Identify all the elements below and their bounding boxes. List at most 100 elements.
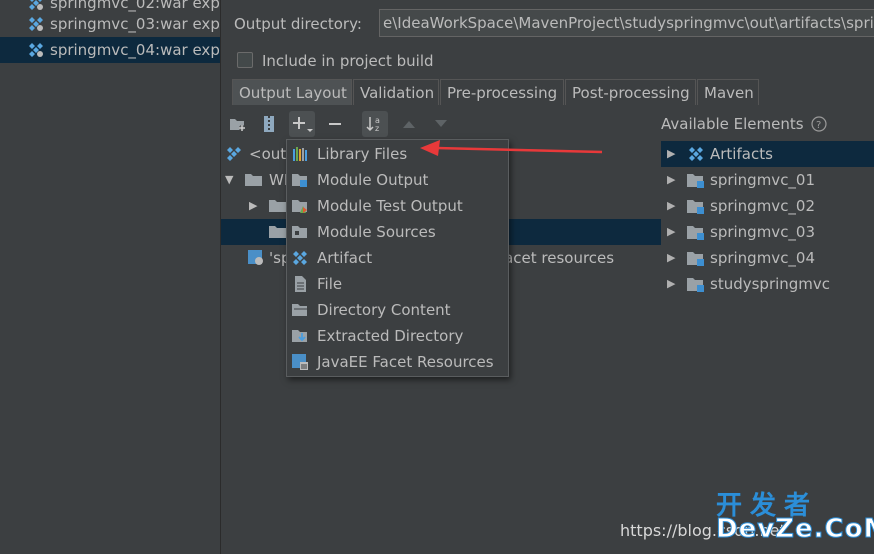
add-icon	[293, 117, 313, 132]
artifact-list-item[interactable]: springmvc_03:war exploded	[0, 11, 220, 37]
expand-right-icon[interactable]: ▶	[249, 193, 257, 219]
menu-item-label: Directory Content	[317, 301, 451, 319]
remove-element-button[interactable]	[322, 111, 348, 137]
menu-item-label: Module Sources	[317, 223, 436, 241]
available-item-label: springmvc_04	[710, 249, 816, 267]
expand-right-icon[interactable]: ▶	[667, 167, 675, 193]
help-icon[interactable]: ?	[811, 116, 827, 132]
tab-pre-processing[interactable]: Pre-processing	[440, 79, 564, 105]
annotation-arrow-icon	[420, 140, 603, 156]
new-folder-icon	[230, 119, 245, 131]
menu-item-extracted-directory[interactable]: Extracted Directory	[287, 323, 508, 349]
move-up-button[interactable]	[396, 111, 422, 137]
artifact-icon	[227, 147, 241, 161]
expand-right-icon[interactable]: ▶	[667, 271, 675, 297]
new-directory-button[interactable]	[225, 111, 251, 137]
tab-validation[interactable]: Validation	[353, 79, 439, 105]
tab-label: Output Layout	[239, 84, 347, 102]
folder-icon	[269, 200, 286, 212]
remove-icon	[329, 123, 341, 125]
artifact-label: springmvc_04:war exploded	[50, 41, 220, 59]
menu-item-module-output[interactable]: Module Output	[287, 167, 508, 193]
artifact-label: springmvc_03:war exploded	[50, 15, 220, 33]
available-item-module[interactable]: ▶ springmvc_03	[661, 219, 874, 245]
module-folder-icon	[687, 278, 704, 292]
include-in-build-checkbox[interactable]	[237, 52, 253, 68]
artifact-icon	[689, 147, 703, 161]
menu-item-javaee-facet-resources[interactable]: JavaEE Facet Resources	[287, 349, 508, 375]
available-item-label: studyspringmvc	[710, 275, 831, 293]
file-icon	[295, 276, 306, 292]
tab-output-layout[interactable]: Output Layout	[232, 79, 352, 105]
menu-item-module-sources[interactable]: Module Sources	[287, 219, 508, 245]
move-down-icon	[435, 120, 447, 127]
artifact-icon	[29, 0, 43, 10]
artifacts-list-panel: springmvc_02:war exploded springmvc_03:w…	[0, 0, 221, 554]
expand-right-icon[interactable]: ▶	[667, 245, 675, 271]
available-item-module[interactable]: ▶ studyspringmvc	[661, 271, 874, 297]
sort-elements-button[interactable]: az	[362, 111, 388, 137]
javaee-facet-icon	[292, 354, 308, 370]
tab-label: Validation	[360, 84, 435, 102]
available-elements-label: Available Elements ?	[661, 113, 827, 135]
add-element-popup-menu: Library Files Module Output Module Test …	[286, 139, 509, 377]
artifact-list-item-selected[interactable]: springmvc_04:war exploded	[0, 37, 220, 63]
svg-text:?: ?	[816, 120, 821, 131]
archive-icon	[264, 116, 274, 132]
artifact-icon	[293, 251, 307, 265]
move-up-icon	[403, 121, 415, 128]
svg-text:z: z	[375, 124, 379, 133]
tab-label: Post-processing	[572, 84, 690, 102]
library-icon	[293, 147, 307, 161]
module-folder-icon	[687, 226, 704, 240]
menu-item-label: Library Files	[317, 145, 408, 163]
tab-maven[interactable]: Maven	[697, 79, 759, 105]
available-item-label: springmvc_03	[710, 223, 816, 241]
expand-right-icon[interactable]: ▶	[667, 219, 675, 245]
menu-item-label: Artifact	[317, 249, 373, 267]
javaee-facet-icon	[248, 250, 263, 265]
tab-label: Maven	[704, 84, 754, 102]
module-folder-icon	[687, 200, 704, 214]
menu-item-module-test-output[interactable]: Module Test Output	[287, 193, 508, 219]
menu-item-file[interactable]: File	[287, 271, 508, 297]
module-test-output-icon	[292, 200, 307, 213]
output-directory-label: Output directory:	[234, 15, 362, 33]
include-in-build-label: Include in project build	[262, 52, 434, 70]
extracted-folder-icon	[292, 330, 307, 342]
create-archive-button[interactable]	[256, 111, 282, 137]
available-item-artifacts[interactable]: ▶ Artifacts	[661, 141, 874, 167]
folder-icon	[292, 304, 307, 316]
add-element-button[interactable]	[289, 111, 315, 137]
menu-item-directory-content[interactable]: Directory Content	[287, 297, 508, 323]
output-directory-input[interactable]: e\IdeaWorkSpace\MavenProject\studyspring…	[379, 9, 874, 37]
module-output-icon	[292, 174, 307, 187]
module-folder-icon	[687, 174, 704, 188]
available-item-label: Artifacts	[710, 145, 773, 163]
available-item-module[interactable]: ▶ springmvc_01	[661, 167, 874, 193]
module-folder-icon	[687, 252, 704, 266]
expand-right-icon[interactable]: ▶	[667, 141, 675, 167]
module-sources-icon	[292, 226, 307, 238]
tab-post-processing[interactable]: Post-processing	[565, 79, 696, 105]
menu-item-artifact[interactable]: Artifact	[287, 245, 508, 271]
menu-item-label: Module Test Output	[317, 197, 463, 215]
watermark-brand-en: DevZe.CoM	[715, 514, 874, 545]
menu-item-label: Module Output	[317, 171, 429, 189]
available-item-label: springmvc_02	[710, 197, 816, 215]
expand-right-icon[interactable]: ▶	[667, 193, 675, 219]
move-down-button[interactable]	[428, 111, 454, 137]
expand-down-icon[interactable]: ▼	[225, 167, 233, 193]
sort-icon: az	[366, 116, 380, 133]
artifact-icon	[29, 17, 43, 31]
folder-icon	[269, 226, 286, 238]
folder-icon	[245, 174, 262, 186]
available-item-label: springmvc_01	[710, 171, 816, 189]
available-item-module[interactable]: ▶ springmvc_04	[661, 245, 874, 271]
menu-item-label: File	[317, 275, 343, 293]
available-elements-title: Available Elements	[661, 115, 804, 133]
menu-item-label: Extracted Directory	[317, 327, 464, 345]
available-item-module[interactable]: ▶ springmvc_02	[661, 193, 874, 219]
menu-item-label: JavaEE Facet Resources	[317, 353, 494, 371]
artifact-icon	[29, 43, 43, 57]
